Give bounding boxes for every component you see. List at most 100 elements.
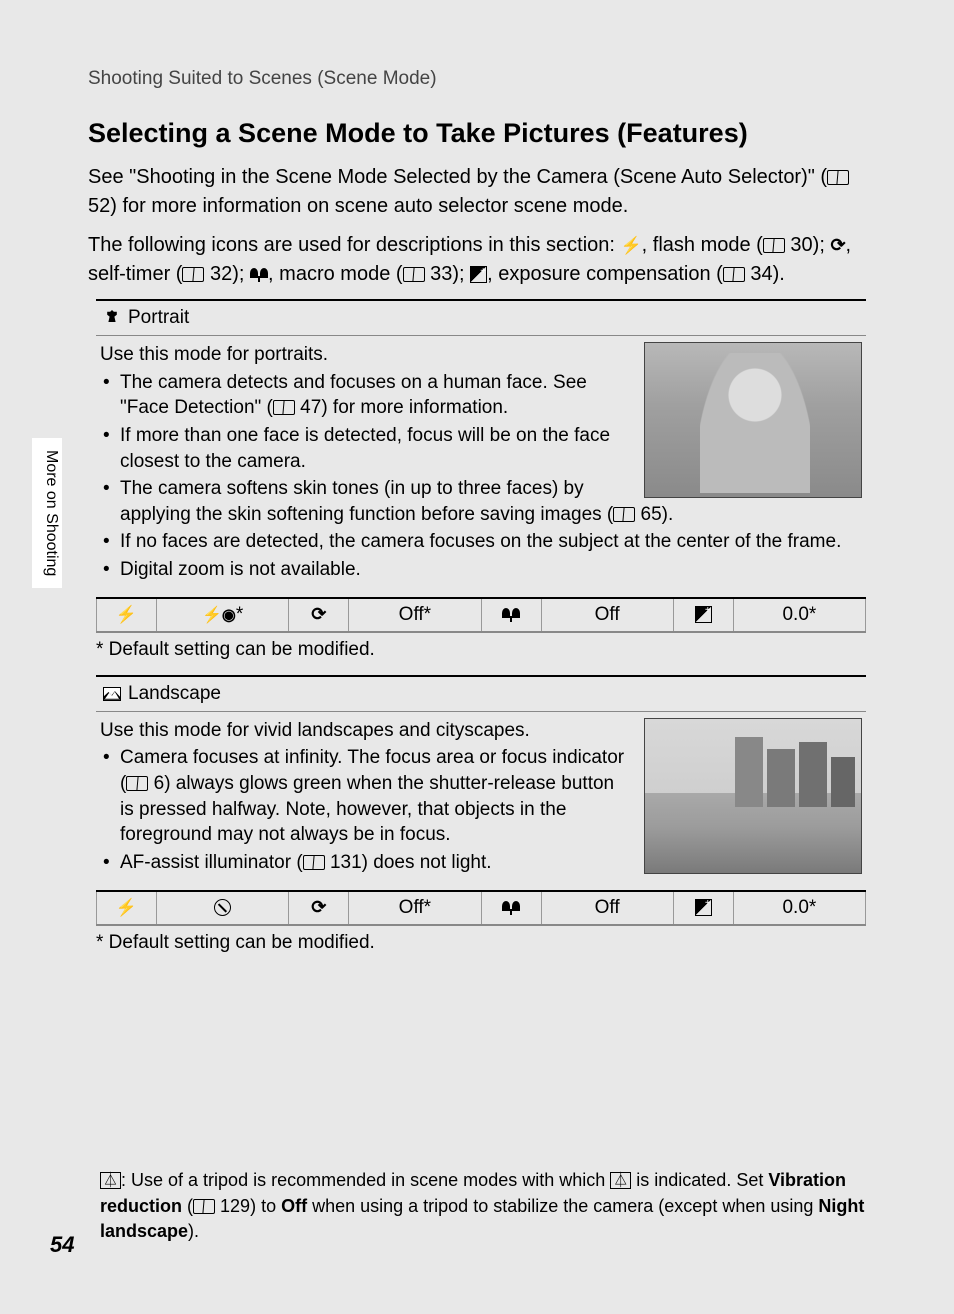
- landscape-mode-icon: [102, 686, 122, 702]
- exp-icon-cell: [673, 891, 733, 925]
- text: when using a tripod to stabilize the cam…: [307, 1196, 818, 1216]
- macro-icon: [250, 268, 268, 282]
- ref-number: 131: [330, 852, 362, 873]
- list-item: Camera focuses at infinity. The focus ar…: [100, 745, 862, 848]
- flash-icon-cell: [97, 891, 157, 925]
- timer-value: Off*: [349, 891, 481, 925]
- macro-icon: [502, 901, 520, 915]
- flash-off-icon: [214, 899, 231, 916]
- flash-value: [157, 891, 289, 925]
- page-title: Selecting a Scene Mode to Take Pictures …: [88, 118, 866, 149]
- exp-icon-cell: [673, 598, 733, 632]
- flash-icon: [621, 234, 642, 256]
- ref-number: 6: [154, 773, 165, 794]
- text: is indicated. Set: [631, 1170, 768, 1190]
- book-ref-icon: [403, 267, 425, 282]
- macro-icon: [502, 608, 520, 622]
- flash-redeye-icon: ⚡◉: [202, 605, 236, 625]
- portrait-heading-row: Portrait: [96, 299, 866, 336]
- portrait-footnote: * Default setting can be modified.: [96, 639, 866, 661]
- macro-icon-cell: [481, 598, 541, 632]
- text: ).: [773, 263, 785, 285]
- flash-icon: [116, 604, 137, 625]
- book-ref-icon: [182, 267, 204, 282]
- section-breadcrumb: Shooting Suited to Scenes (Scene Mode): [88, 68, 866, 90]
- page: Shooting Suited to Scenes (Scene Mode) M…: [0, 0, 954, 1314]
- timer-icon-cell: [289, 891, 349, 925]
- landscape-body: Use this mode for vivid landscapes and c…: [96, 712, 866, 886]
- book-ref-icon: [763, 238, 785, 253]
- text: );: [813, 234, 831, 256]
- portrait-body: Use this mode for portraits. The camera …: [96, 336, 866, 593]
- text: ) for more information on scene auto sel…: [110, 195, 628, 217]
- landscape-heading-row: Landscape: [96, 675, 866, 712]
- list-item: AF-assist illuminator ( 131) does not li…: [100, 850, 862, 876]
- portrait-settings-table: ⚡◉* Off* Off 0.0*: [96, 597, 866, 633]
- list-item: Digital zoom is not available.: [100, 557, 862, 583]
- self-timer-icon: [311, 897, 326, 918]
- text: AF-assist illuminator (: [120, 852, 303, 873]
- book-ref-icon: [273, 400, 295, 415]
- text: ) to: [250, 1196, 281, 1216]
- ref-number: 65: [641, 504, 662, 525]
- book-ref-icon: [613, 507, 635, 522]
- bold-text: Off: [281, 1196, 307, 1216]
- text: ).: [662, 504, 674, 525]
- book-ref-icon: [126, 776, 148, 791]
- ref-number: 32: [210, 263, 232, 285]
- landscape-section: Landscape Use this mode for vivid landsc…: [88, 675, 866, 954]
- flash-value: ⚡◉*: [157, 598, 289, 632]
- exposure-compensation-icon: [695, 899, 712, 916]
- exp-value: 0.0*: [733, 598, 865, 632]
- intro-paragraph-1: See "Shooting in the Scene Mode Selected…: [88, 163, 866, 221]
- text: );: [452, 263, 470, 285]
- text: , macro mode (: [268, 263, 402, 285]
- list-item: If no faces are detected, the camera foc…: [100, 529, 862, 555]
- portrait-bullets: The camera detects and focuses on a huma…: [100, 370, 862, 583]
- text: );: [232, 263, 250, 285]
- text: See "Shooting in the Scene Mode Selected…: [88, 166, 827, 188]
- landscape-bullets: Camera focuses at infinity. The focus ar…: [100, 745, 862, 875]
- self-timer-icon: [311, 604, 326, 625]
- page-number: 54: [50, 1232, 74, 1258]
- book-ref-icon: [723, 267, 745, 282]
- ref-number: 30: [790, 234, 812, 256]
- ref-number: 34: [750, 263, 772, 285]
- macro-icon-cell: [481, 891, 541, 925]
- text: (: [182, 1196, 193, 1216]
- list-item: The camera detects and focuses on a huma…: [100, 370, 862, 421]
- tripod-icon: ⏃: [610, 1172, 631, 1189]
- side-tab: More on Shooting: [32, 438, 62, 588]
- tripod-icon: ⏃: [100, 1172, 121, 1189]
- flash-icon-cell: [97, 598, 157, 632]
- list-item: The camera softens skin tones (in up to …: [100, 476, 862, 527]
- list-item: If more than one face is detected, focus…: [100, 423, 862, 474]
- book-ref-icon: [193, 1199, 215, 1214]
- exp-value: 0.0*: [733, 891, 865, 925]
- text: ) always glows green when the shutter-re…: [120, 773, 614, 845]
- macro-value: Off: [541, 891, 673, 925]
- text: The camera softens skin tones (in up to …: [120, 478, 613, 525]
- text: ).: [188, 1221, 199, 1241]
- timer-icon-cell: [289, 598, 349, 632]
- ref-number: 52: [88, 195, 110, 217]
- book-ref-icon: [827, 170, 849, 185]
- intro-paragraph-2: The following icons are used for descrip…: [88, 231, 866, 289]
- exposure-compensation-icon: [470, 266, 487, 283]
- text: ) for more information.: [321, 397, 508, 418]
- landscape-settings-table: Off* Off 0.0*: [96, 890, 866, 926]
- text: : Use of a tripod is recommended in scen…: [121, 1170, 610, 1190]
- text: The following icons are used for descrip…: [88, 234, 621, 256]
- ref-number: 47: [300, 397, 321, 418]
- timer-value: Off*: [349, 598, 481, 632]
- ref-number: 129: [220, 1196, 250, 1216]
- portrait-mode-icon: [102, 310, 122, 326]
- exposure-compensation-icon: [695, 606, 712, 623]
- text: ) does not light.: [362, 852, 492, 873]
- macro-value: Off: [541, 598, 673, 632]
- ref-number: 33: [430, 263, 452, 285]
- text: , exposure compensation (: [487, 263, 723, 285]
- book-ref-icon: [303, 855, 325, 870]
- portrait-section: Portrait Use this mode for portraits. Th…: [88, 299, 866, 661]
- tripod-footnote: ⏃: Use of a tripod is recommended in sce…: [100, 1168, 866, 1244]
